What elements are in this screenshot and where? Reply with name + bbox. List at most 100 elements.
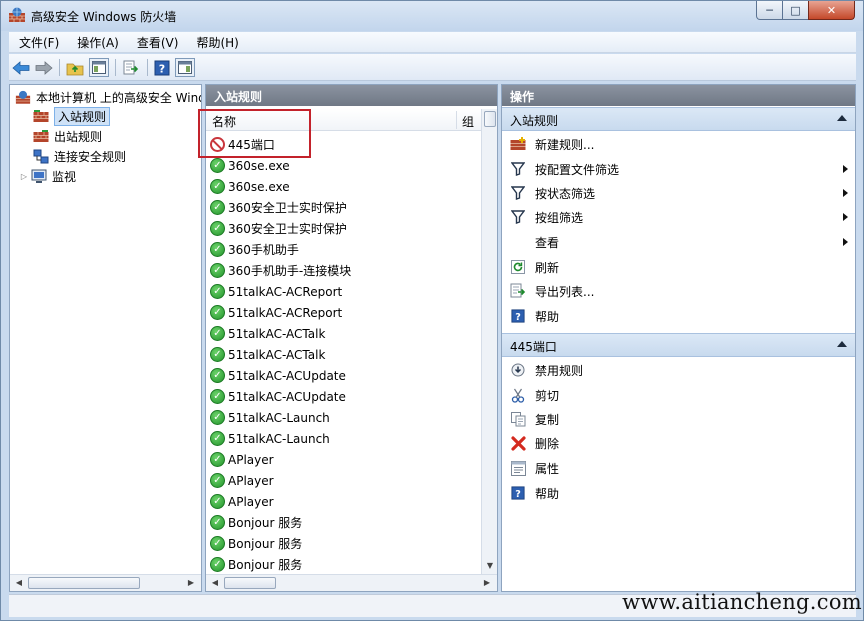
enabled-check-icon: ✓ xyxy=(210,536,225,551)
rule-row[interactable]: ✓ APlayer xyxy=(210,491,480,512)
rule-name: 360se.exe xyxy=(228,179,290,194)
close-button[interactable]: ✕ xyxy=(808,1,855,20)
tree-item-inbound-rules[interactable]: 入站规则 xyxy=(32,106,111,126)
actions-pane: 操作 入站规则 新建规则... 按配置文件筛选 按状态筛选 按组筛选 查看 刷新… xyxy=(501,84,856,592)
section-title: 入站规则 xyxy=(510,114,559,128)
rule-row[interactable]: ✓ Bonjour 服务 xyxy=(210,512,480,533)
rule-row[interactable]: ✓ 360se.exe xyxy=(210,155,480,176)
menu-bar: 文件(F) 操作(A) 查看(V) 帮助(H) xyxy=(9,32,856,53)
submenu-arrow-icon xyxy=(843,189,848,197)
action-delete[interactable]: 删除 xyxy=(502,431,855,455)
scroll-left-arrow-icon[interactable]: ◀ xyxy=(12,577,26,589)
action-disable-rule[interactable]: 禁用规则 xyxy=(502,358,855,382)
submenu-arrow-icon xyxy=(843,238,848,246)
rule-row[interactable]: ✓ 51talkAC-ACReport xyxy=(210,281,480,302)
rule-row[interactable]: ✓ 360se.exe xyxy=(210,176,480,197)
actions-section-selected-rule[interactable]: 445端口 xyxy=(502,333,855,357)
collapse-arrow-icon[interactable] xyxy=(837,115,847,121)
tree-horizontal-scrollbar[interactable]: ◀ ▶ xyxy=(10,574,201,591)
enabled-check-icon: ✓ xyxy=(210,242,225,257)
rule-row[interactable]: ✓ 51talkAC-ACUpdate xyxy=(210,386,480,407)
actions-section-inbound[interactable]: 入站规则 xyxy=(502,107,855,131)
scroll-thumb[interactable] xyxy=(484,111,496,127)
action-copy[interactable]: 复制 xyxy=(502,407,855,431)
rule-row[interactable]: ✓ 51talkAC-ACReport xyxy=(210,302,480,323)
action-new-rule[interactable]: 新建规则... xyxy=(502,132,855,156)
scroll-thumb[interactable] xyxy=(224,577,276,589)
help-icon[interactable]: ? xyxy=(152,58,172,77)
show-action-pane-icon[interactable] xyxy=(175,58,195,77)
action-help-rule[interactable]: ? 帮助 xyxy=(502,481,855,505)
expand-arrow-icon[interactable]: ▷ xyxy=(18,172,30,181)
navigation-tree-pane: 本地计算机 上的高级安全 Windows 防火墙 入站规则 出站规则 连接安全规… xyxy=(9,84,202,592)
action-filter-by-state[interactable]: 按状态筛选 xyxy=(502,181,855,205)
rule-name: APlayer xyxy=(228,473,274,488)
collapse-arrow-icon[interactable] xyxy=(837,341,847,347)
menu-file[interactable]: 文件(F) xyxy=(9,34,67,51)
section-title: 445端口 xyxy=(510,340,557,354)
action-properties[interactable]: 属性 xyxy=(502,456,855,480)
menu-view[interactable]: 查看(V) xyxy=(127,34,187,51)
rule-row[interactable]: ✓ 360安全卫士实时保护 xyxy=(210,218,480,239)
connection-security-icon xyxy=(32,148,50,164)
action-label: 属性 xyxy=(535,461,560,476)
action-view[interactable]: 查看 xyxy=(502,230,855,254)
tree-root[interactable]: 本地计算机 上的高级安全 Windows 防火墙 xyxy=(14,87,201,107)
rule-row[interactable]: ✓ 51talkAC-ACTalk xyxy=(210,344,480,365)
rule-row[interactable]: ✓ 360手机助手-连接模块 xyxy=(210,260,480,281)
forward-arrow-icon[interactable] xyxy=(34,58,54,77)
column-group[interactable]: 组 xyxy=(462,113,474,130)
title-bar[interactable]: 高级安全 Windows 防火墙 ─ □ ✕ xyxy=(1,1,863,31)
action-help-inbound[interactable]: ? 帮助 xyxy=(502,304,855,328)
scroll-thumb[interactable] xyxy=(28,577,140,589)
filter-icon xyxy=(509,209,527,225)
menu-help[interactable]: 帮助(H) xyxy=(186,34,246,51)
firewall-icon xyxy=(14,89,32,105)
action-export-list[interactable]: 导出列表... xyxy=(502,279,855,303)
action-filter-by-profile[interactable]: 按配置文件筛选 xyxy=(502,157,855,181)
rule-row[interactable]: ✓ 51talkAC-ACTalk xyxy=(210,323,480,344)
tree-item-label: 监视 xyxy=(52,169,77,184)
enabled-check-icon: ✓ xyxy=(210,221,225,236)
rules-pane-title: 入站规则 xyxy=(206,85,497,106)
rule-name: APlayer xyxy=(228,494,274,509)
rule-row[interactable]: ✓ Bonjour 服务 xyxy=(210,533,480,554)
back-arrow-icon[interactable] xyxy=(11,58,31,77)
tree-item-connection-security-rules[interactable]: 连接安全规则 xyxy=(32,146,126,166)
rule-row[interactable]: ✓ Bonjour 服务 xyxy=(210,554,480,575)
rules-horizontal-scrollbar[interactable]: ◀ ▶ xyxy=(206,574,497,591)
maximize-button[interactable]: □ xyxy=(782,1,809,20)
export-list-icon[interactable] xyxy=(121,58,141,77)
scroll-right-arrow-icon[interactable]: ▶ xyxy=(480,577,494,589)
action-cut[interactable]: 剪切 xyxy=(502,383,855,407)
rule-row[interactable]: ✓ 51talkAC-ACUpdate xyxy=(210,365,480,386)
show-tree-icon[interactable] xyxy=(89,58,109,77)
scroll-left-arrow-icon[interactable]: ◀ xyxy=(208,577,222,589)
rule-name: 360se.exe xyxy=(228,158,290,173)
action-refresh[interactable]: 刷新 xyxy=(502,255,855,279)
action-label: 复制 xyxy=(535,412,560,427)
actions-pane-title: 操作 xyxy=(502,85,855,106)
enabled-check-icon: ✓ xyxy=(210,158,225,173)
enabled-check-icon: ✓ xyxy=(210,263,225,278)
rule-row[interactable]: ✓ APlayer xyxy=(210,449,480,470)
menu-action[interactable]: 操作(A) xyxy=(67,34,127,51)
scroll-right-arrow-icon[interactable]: ▶ xyxy=(184,577,198,589)
up-folder-icon[interactable] xyxy=(65,58,85,77)
tree-item-monitoring[interactable]: ▷ 监视 xyxy=(18,166,76,186)
refresh-icon xyxy=(509,259,527,275)
rule-row[interactable]: ✓ 51talkAC-Launch xyxy=(210,407,480,428)
scroll-down-arrow-icon[interactable]: ▼ xyxy=(484,561,496,573)
action-label: 新建规则... xyxy=(535,137,595,152)
rule-row[interactable]: ✓ 360手机助手 xyxy=(210,239,480,260)
rule-name: 360手机助手-连接模块 xyxy=(228,264,352,278)
rule-row[interactable]: ✓ 51talkAC-Launch xyxy=(210,428,480,449)
tree-item-outbound-rules[interactable]: 出站规则 xyxy=(32,126,102,146)
rule-name: 360安全卫士实时保护 xyxy=(228,201,347,215)
enabled-check-icon: ✓ xyxy=(210,557,225,572)
rule-row[interactable]: ✓ APlayer xyxy=(210,470,480,491)
action-filter-by-group[interactable]: 按组筛选 xyxy=(502,205,855,229)
rule-row[interactable]: ✓ 360安全卫士实时保护 xyxy=(210,197,480,218)
minimize-button[interactable]: ─ xyxy=(756,1,783,20)
rules-vertical-scrollbar[interactable]: ▼ xyxy=(481,109,497,575)
